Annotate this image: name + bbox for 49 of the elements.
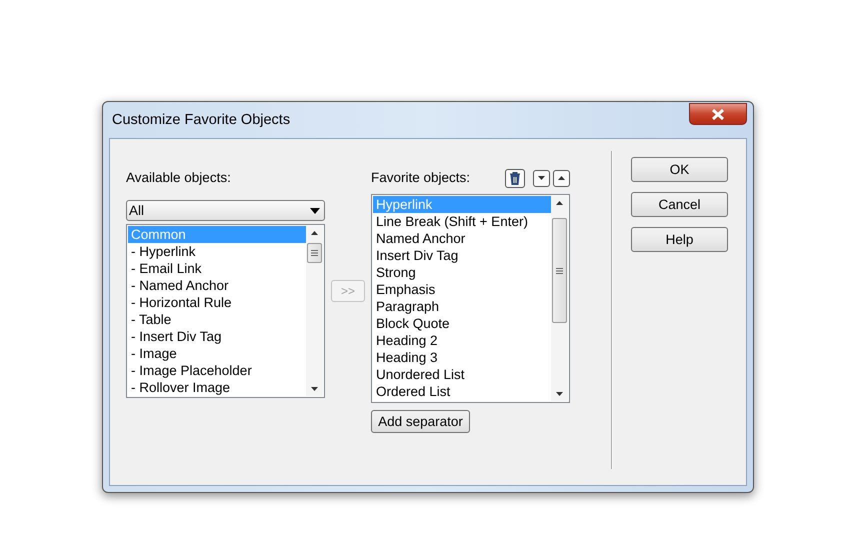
trash-icon — [509, 172, 521, 184]
list-item[interactable]: - Horizontal Rule — [128, 294, 306, 311]
dialog-button[interactable]: Help — [631, 227, 728, 252]
list-item[interactable]: Ordered List — [373, 383, 551, 400]
filter-dropdown[interactable]: All — [126, 200, 325, 221]
list-item[interactable]: Block Quote — [373, 315, 551, 332]
down-arrow-icon — [538, 176, 545, 180]
list-item[interactable]: Line Break (Shift + Enter) — [373, 213, 551, 230]
favorites-label: Favorite objects: — [371, 169, 470, 187]
add-separator-button[interactable]: Add separator — [371, 410, 470, 433]
move-up-button[interactable] — [553, 170, 570, 186]
list-item[interactable]: - Image — [128, 345, 306, 362]
list-item[interactable]: - Image Placeholder — [128, 362, 306, 379]
list-item[interactable]: - Hyperlink — [128, 243, 306, 260]
scrollbar[interactable] — [306, 226, 323, 396]
list-item[interactable]: Insert Div Tag — [373, 247, 551, 264]
list-item[interactable]: Emphasis — [373, 281, 551, 298]
dropdown-caret-icon — [310, 208, 320, 214]
list-item[interactable]: Paragraph — [373, 298, 551, 315]
up-arrow-icon — [311, 231, 318, 235]
list-item[interactable]: - Insert Div Tag — [128, 328, 306, 345]
list-item[interactable]: Unordered List — [373, 366, 551, 383]
up-arrow-icon — [556, 201, 563, 205]
move-down-button[interactable] — [533, 170, 550, 186]
dialog-button[interactable]: OK — [631, 157, 728, 182]
list-item[interactable]: - Table — [128, 311, 306, 328]
list-item[interactable]: Named Anchor — [373, 230, 551, 247]
list-box[interactable]: Hyperlink Line Break (Shift + Enter) Named Anchor Insert Div Tag Strong Emphasis Paragraph Block Quote Heading 2 Heading 3 Unordered List Ordered List — [371, 194, 570, 403]
close-icon — [711, 108, 725, 120]
list-item[interactable]: Heading 3 — [373, 349, 551, 366]
window-title: Customize Favorite Objects — [111, 112, 290, 128]
list-item[interactable]: Strong — [373, 264, 551, 281]
scrollbar[interactable] — [551, 196, 568, 401]
list-item[interactable]: - Rollover Image — [128, 379, 306, 396]
scroll-thumb[interactable] — [307, 243, 322, 263]
list-item[interactable]: - Email Link — [128, 260, 306, 277]
delete-button[interactable] — [505, 168, 525, 188]
list-box[interactable]: Common - Hyperlink - Email Link - Named Anchor - Horizontal Rule - Table - Insert Div Tag - Image - Image Placeholder - Rollover Image — [126, 224, 325, 398]
scroll-thumb[interactable] — [552, 218, 567, 323]
up-arrow-icon — [558, 176, 565, 180]
grip-icon — [311, 250, 318, 256]
down-arrow-icon — [311, 387, 318, 391]
dialog-button[interactable]: Cancel — [631, 192, 728, 217]
list-item[interactable]: Heading 2 — [373, 332, 551, 349]
available-label: Available objects: — [126, 169, 232, 187]
close-button[interactable] — [689, 103, 747, 125]
list-item[interactable]: - Named Anchor — [128, 277, 306, 294]
down-arrow-icon — [556, 392, 563, 396]
grip-icon — [556, 268, 563, 274]
